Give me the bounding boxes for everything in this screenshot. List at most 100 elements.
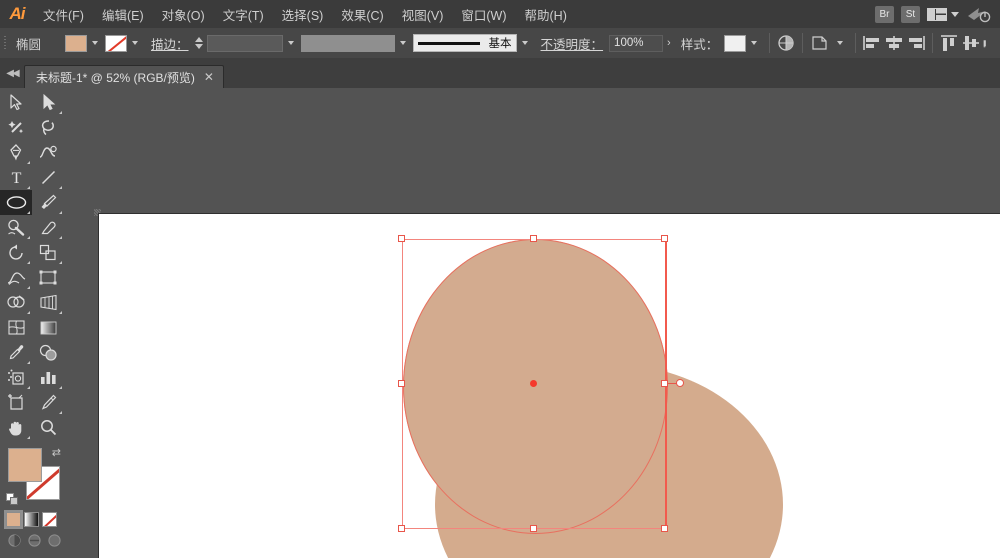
align-left-icon[interactable] (861, 33, 883, 53)
eyedropper-tool[interactable] (0, 340, 32, 365)
screen-mode-fullscreen-icon[interactable] (46, 533, 63, 548)
collapse-panel-icon[interactable]: ◀◀ (0, 58, 24, 88)
transform-chevron-down-icon[interactable] (837, 41, 844, 45)
variable-width-profile-select[interactable] (300, 34, 395, 52)
paintbrush-tool[interactable] (32, 190, 64, 215)
pen-tool[interactable] (0, 140, 32, 165)
menu-window[interactable]: 窗口(W) (452, 1, 515, 28)
selection-tool[interactable] (0, 90, 32, 115)
zoom-tool[interactable] (32, 415, 64, 440)
menu-edit[interactable]: 编辑(E) (93, 1, 153, 28)
stroke-color-swatch[interactable] (105, 34, 128, 52)
align-right-icon[interactable] (905, 33, 927, 53)
bridge-icon[interactable]: Br (875, 5, 894, 23)
close-icon[interactable]: ✕ (204, 71, 214, 83)
eraser-tool[interactable] (32, 215, 64, 240)
menu-effect[interactable]: 效果(C) (332, 1, 392, 28)
selbox-handle-bottom-left[interactable] (398, 525, 405, 532)
selbox-handle-top-right[interactable] (661, 235, 668, 242)
chevron-down-icon (951, 11, 959, 17)
screen-mode-fullscreen-menu-icon[interactable] (26, 533, 43, 548)
selbox-handle-bottom-right[interactable] (661, 525, 668, 532)
opacity-input[interactable]: 100% (609, 34, 664, 52)
fill-color-swatch[interactable] (65, 34, 88, 52)
column-graph-tool[interactable] (32, 365, 64, 390)
stroke-weight-stepper[interactable] (195, 34, 204, 52)
shaper-tool[interactable] (0, 215, 32, 240)
align-horizontal-center-icon[interactable] (883, 33, 905, 53)
selbox-handle-top-left[interactable] (398, 235, 405, 242)
tool-group-indicator-icon (59, 311, 62, 314)
rotate-handle[interactable] (676, 379, 684, 387)
fill-chevron-down-icon[interactable] (92, 41, 99, 45)
type-tool[interactable]: T (0, 165, 32, 190)
menu-view[interactable]: 视图(V) (393, 1, 453, 28)
ellipse-tool[interactable] (0, 190, 32, 215)
swap-fill-stroke-icon[interactable]: ⇄ (52, 446, 61, 459)
mesh-tool[interactable] (0, 315, 32, 340)
brush-chevron-down-icon[interactable] (521, 41, 528, 45)
menu-object[interactable]: 对象(O) (153, 1, 214, 28)
stock-icon[interactable]: St (901, 5, 920, 23)
opacity-more-icon[interactable]: › (663, 37, 675, 49)
selbox-handle-bottom-center[interactable] (530, 525, 537, 532)
scale-tool[interactable] (32, 240, 64, 265)
control-bar-divider-4 (932, 33, 934, 53)
line-segment-tool[interactable] (32, 165, 64, 190)
recolor-artwork-icon[interactable] (775, 33, 797, 53)
lasso-tool[interactable] (32, 115, 64, 140)
none-swatch-button[interactable] (42, 512, 57, 527)
hand-tool[interactable] (0, 415, 32, 440)
tool-group-indicator-icon (27, 386, 30, 389)
control-bar-grip[interactable] (0, 28, 10, 58)
default-fill-stroke-icon[interactable] (6, 493, 19, 506)
artboard-tool[interactable] (0, 390, 32, 415)
symbol-sprayer-tool[interactable] (0, 365, 32, 390)
free-transform-tool[interactable] (32, 265, 64, 290)
menu-help[interactable]: 帮助(H) (516, 1, 576, 28)
stroke-weight-label[interactable]: 描边： (145, 34, 195, 53)
stroke-weight-input[interactable] (206, 34, 283, 52)
align-vertical-center-icon[interactable] (960, 33, 982, 53)
perspective-grid-tool[interactable] (32, 290, 64, 315)
curvature-tool[interactable] (32, 140, 64, 165)
artboard[interactable] (98, 213, 1000, 558)
tool-group-indicator-icon (59, 236, 62, 239)
rotate-tool[interactable] (0, 240, 32, 265)
slice-tool[interactable] (32, 390, 64, 415)
selbox-handle-middle-right[interactable] (661, 380, 668, 387)
menu-bar: Ai 文件(F) 编辑(E) 对象(O) 文字(T) 选择(S) 效果(C) 视… (0, 0, 1000, 29)
align-top-icon[interactable] (938, 33, 960, 53)
shape-builder-tool[interactable] (0, 290, 32, 315)
transform-icon[interactable] (808, 33, 832, 53)
stroke-chevron-down-icon[interactable] (132, 41, 139, 45)
stroke-weight-chevron-down-icon[interactable] (287, 41, 294, 45)
brush-stroke-preview-icon (417, 41, 480, 45)
arrange-documents-icon[interactable] (927, 7, 959, 21)
selbox-handle-top-center[interactable] (530, 235, 537, 242)
screen-mode-normal-icon[interactable] (6, 533, 23, 548)
graphic-style-swatch[interactable] (724, 34, 747, 52)
color-swatch-button[interactable] (4, 510, 23, 529)
opacity-label[interactable]: 不透明度： (535, 34, 610, 53)
blend-tool[interactable] (32, 340, 64, 365)
align-bottom-icon[interactable] (982, 33, 994, 53)
brush-definition-select[interactable]: 基本 (412, 34, 517, 52)
menu-type[interactable]: 文字(T) (214, 1, 273, 28)
direct-selection-tool[interactable] (32, 90, 64, 115)
workspace-switcher-icon[interactable] (966, 5, 992, 23)
menu-file[interactable]: 文件(F) (34, 1, 93, 28)
style-chevron-down-icon[interactable] (751, 41, 758, 45)
gradient-swatch-button[interactable] (24, 512, 39, 527)
fill-color-indicator[interactable] (8, 448, 42, 482)
selection-center-point[interactable] (530, 380, 537, 387)
selbox-handle-middle-left[interactable] (398, 380, 405, 387)
document-tab[interactable]: 未标题-1* @ 52% (RGB/预览) ✕ (24, 65, 224, 88)
magic-wand-tool[interactable] (0, 115, 32, 140)
tool-group-indicator-icon (59, 211, 62, 214)
variable-width-chevron-down-icon[interactable] (399, 41, 406, 45)
gradient-tool[interactable] (32, 315, 64, 340)
width-tool[interactable] (0, 265, 32, 290)
menu-select[interactable]: 选择(S) (273, 1, 333, 28)
canvas-area[interactable] (64, 88, 1000, 558)
